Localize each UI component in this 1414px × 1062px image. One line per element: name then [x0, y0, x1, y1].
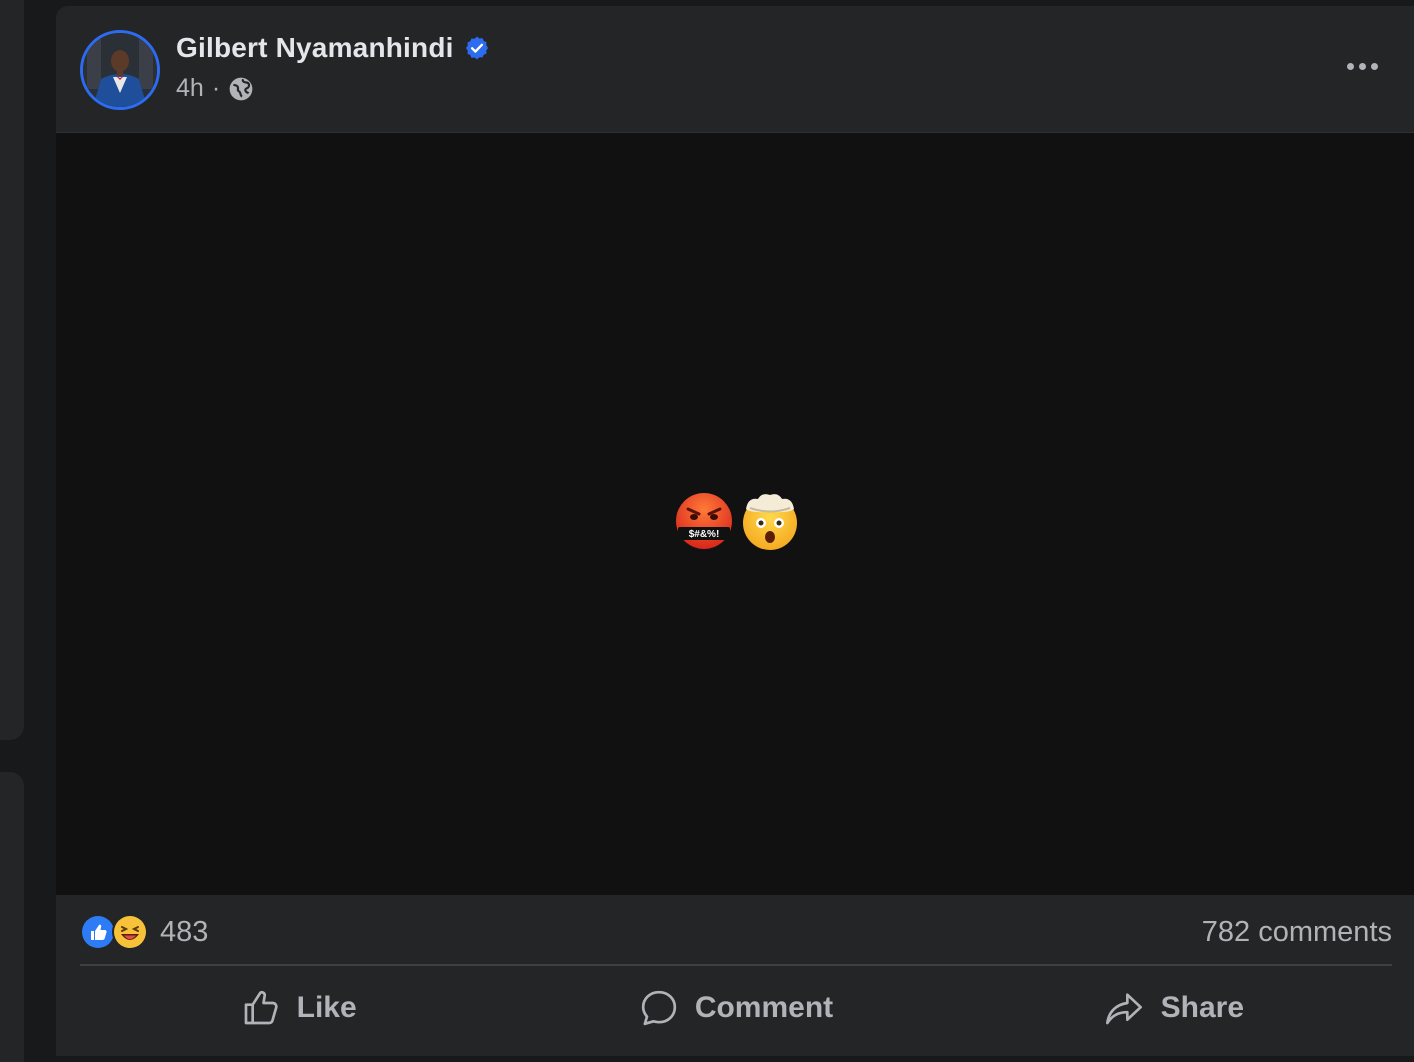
post-media[interactable]: $#&%! [56, 132, 1414, 895]
reactions-summary[interactable]: 483 [80, 914, 208, 950]
post-header: Gilbert Nyamanhindi 4h · [56, 6, 1414, 132]
more-options-icon[interactable] [1338, 44, 1386, 88]
like-icon [244, 991, 278, 1025]
share-button[interactable]: Share [955, 970, 1392, 1046]
author-avatar[interactable] [80, 30, 160, 110]
svg-text:$#&%!: $#&%! [689, 529, 720, 540]
share-label: Share [1160, 991, 1245, 1024]
author-row: Gilbert Nyamanhindi [176, 32, 490, 64]
left-panel [0, 0, 24, 740]
share-icon [1105, 993, 1142, 1025]
meta-separator: · [211, 74, 221, 102]
divider [80, 964, 1392, 966]
comment-label: Comment [694, 991, 834, 1024]
exploding-head-emoji-icon [743, 494, 797, 550]
comment-icon [641, 990, 676, 1026]
like-reaction-icon [80, 914, 116, 950]
author-name[interactable]: Gilbert Nyamanhindi [176, 32, 454, 64]
post-card: Gilbert Nyamanhindi 4h · $#&%! 483 782 c… [56, 6, 1414, 1056]
post-meta: 4h · [176, 74, 254, 103]
globe-icon[interactable] [228, 76, 254, 102]
comment-button[interactable]: Comment [517, 970, 954, 1046]
haha-reaction-icon [112, 914, 148, 950]
post-stats: 483 782 comments [80, 902, 1392, 962]
post-timestamp[interactable]: 4h [176, 74, 204, 103]
like-button[interactable]: Like [80, 970, 517, 1046]
like-label: Like [296, 991, 357, 1024]
cursing-face-emoji-icon: $#&%! [676, 493, 732, 549]
comments-count[interactable]: 782 comments [1202, 916, 1392, 949]
left-panel-lower [0, 772, 24, 1062]
reaction-count[interactable]: 483 [160, 916, 208, 949]
verified-badge-icon [464, 35, 490, 61]
post-actions: Like Comment Share [80, 970, 1392, 1046]
post-emoji-content: $#&%! [674, 491, 800, 551]
